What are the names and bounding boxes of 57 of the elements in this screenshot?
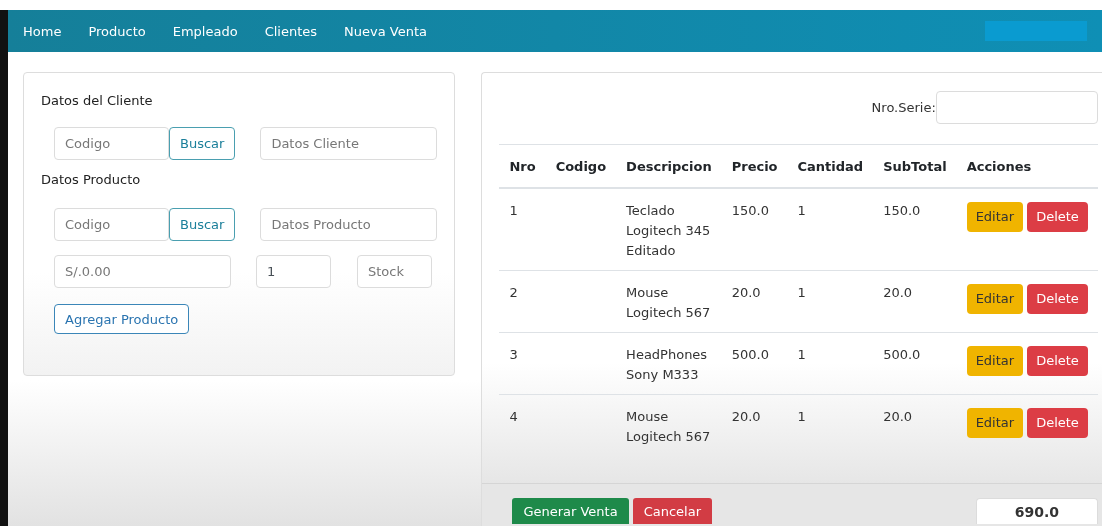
serial-field[interactable] [935,90,1098,124]
column-header: Cantidad [787,144,874,188]
table-cell: HeadPhones Sony M333 [616,332,722,395]
table-cell: 3 [499,332,546,395]
nav-link[interactable]: Home [23,23,75,39]
generate-sale-button[interactable]: Generar Venta [512,498,629,524]
nav-link[interactable]: Clientes [264,23,331,39]
delete-button[interactable]: Delete [1027,202,1088,232]
delete-button[interactable]: Delete [1027,284,1088,314]
section-title: Datos del Cliente [41,93,154,108]
table-cell: 20.0 [873,270,957,333]
section-title: Datos Producto [41,172,142,187]
code-field[interactable]: Codigo [54,127,169,160]
add-product-button[interactable]: Agregar Producto [54,304,190,334]
table-cell: 1 [787,332,874,395]
column-header: Acciones [956,144,1098,188]
nav-link[interactable]: Empleado [172,23,251,39]
column-header: Nro [499,144,546,188]
delete-button[interactable]: Delete [1027,408,1088,438]
search-button[interactable]: Buscar [169,127,236,160]
table-cell: 2 [499,270,546,333]
column-header: Codigo [545,144,617,188]
table-cell: Teclado Logitech 345 Editado [616,188,722,271]
edit-button[interactable]: Editar [966,202,1024,232]
table-cell: 1 [787,270,874,333]
data-field[interactable]: Datos Producto [260,208,438,241]
table-cell: 1 [499,188,546,271]
edit-button[interactable]: Editar [966,408,1024,438]
stock-field[interactable]: Stock [357,255,432,288]
nav-link[interactable]: Producto [88,23,159,39]
table-cell: 20.0 [721,270,788,333]
table-cell: 150.0 [873,188,957,271]
serial-label: Nro.Serie: [871,99,936,115]
table-cell: 4 [499,394,546,456]
column-header: Descripcion [616,144,722,188]
code-field[interactable]: Codigo [54,208,169,241]
column-header: SubTotal [873,144,957,188]
delete-button[interactable]: Delete [1027,346,1088,376]
edit-button[interactable]: Editar [966,284,1024,314]
search-button[interactable]: Buscar [169,208,236,241]
edit-button[interactable]: Editar [966,346,1024,376]
table-cell: 1 [787,394,874,456]
table-cell: 20.0 [873,394,957,456]
table-cell: 20.0 [721,394,788,456]
table-cell: 1 [787,188,874,271]
table-cell: Mouse Logitech 567 [616,270,722,333]
data-field[interactable]: Datos Cliente [260,127,438,160]
table-cell: 500.0 [873,332,957,395]
total-field[interactable]: 690.0 [975,498,1098,524]
column-header: Precio [721,144,788,188]
table-cell: 500.0 [721,332,788,395]
nav-link[interactable]: Nueva Venta [344,23,440,39]
price-field[interactable]: S/.0.00 [54,255,231,288]
quantity-field[interactable]: 1 [256,255,331,288]
cancel-button[interactable]: Cancelar [632,498,713,524]
table-cell: 150.0 [721,188,788,271]
table-cell: Mouse Logitech 567 [616,394,722,456]
